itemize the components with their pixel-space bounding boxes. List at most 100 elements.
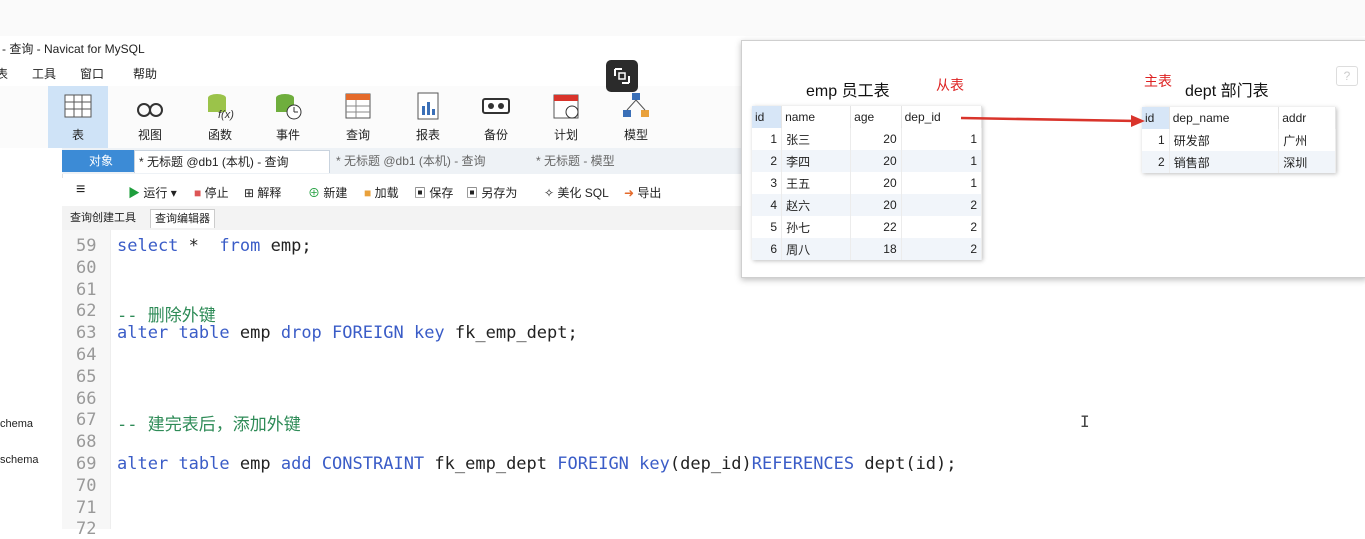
view-icon (137, 103, 163, 117)
beautify-label: 美化 SQL (557, 186, 609, 200)
tab-query-1[interactable]: * 无标题 @db1 (本机) - 查询 (134, 150, 330, 173)
toolbar-backup-button[interactable]: 备份 (466, 86, 526, 148)
line-number: 63 (76, 323, 97, 344)
menu-tools[interactable]: 工具 (32, 65, 56, 82)
svg-text:f(x): f(x) (218, 109, 234, 121)
line-number: 68 (76, 432, 97, 453)
line-number: 69 (76, 454, 97, 474)
tab-bar: 对象 * 无标题 @db1 (本机) - 查询 * 无标题 @db1 (本机) … (62, 148, 745, 174)
stop-icon: ■ (194, 186, 202, 200)
line-number: 62 (76, 301, 97, 322)
menu-help[interactable]: 帮助 (133, 65, 157, 82)
toolbar-query-label: 查询 (345, 128, 370, 142)
menu-table[interactable]: 表 (0, 65, 8, 82)
tab-model[interactable]: * 无标题 - 模型 (532, 150, 736, 172)
toolbar-model-button[interactable]: 模型 (606, 86, 666, 148)
run-button[interactable]: ▶ 运行 ▾ (128, 184, 177, 201)
save-icon: ▣ (414, 186, 427, 200)
line-number: 67 (76, 410, 97, 431)
menu-window[interactable]: 窗口 (80, 65, 104, 82)
line-number: 61 (76, 279, 97, 300)
line-number-gutter: 59 60 61 62 63 64 65 66 67 68 69 70 71 72 (62, 230, 111, 539)
save-as-label: 另存为 (481, 186, 518, 200)
sql-keyword: alter (117, 454, 169, 474)
save-as-button[interactable]: ▣ 另存为 (466, 184, 517, 201)
line-number: 60 (76, 257, 97, 278)
folder-icon: ■ (364, 186, 372, 200)
line-number: 72 (76, 519, 97, 539)
magic-wand-icon: ✧ (544, 186, 555, 200)
backup-icon (482, 98, 510, 114)
sql-comment: -- 建完表后，添加外键 (117, 415, 301, 436)
play-icon: ▶ (128, 186, 141, 200)
sql-keyword: FOREIGN (557, 454, 629, 474)
toolbar-event-label: 事件 (275, 128, 300, 142)
toolbar-function-button[interactable]: f(x) 函数 (190, 86, 250, 148)
new-button[interactable]: ⊕ 新建 (308, 184, 347, 201)
toolbar-function-label: 函数 (207, 128, 232, 142)
stop-button[interactable]: ■ 停止 (194, 184, 229, 201)
load-label: 加载 (374, 186, 399, 200)
export-button[interactable]: ➜ 导出 (624, 184, 661, 201)
text-cursor-icon: I (1080, 412, 1090, 431)
export-icon: ➜ (624, 186, 635, 200)
load-button[interactable]: ■ 加载 (364, 184, 399, 201)
toolbar-table-label: 表 (71, 128, 84, 142)
new-icon: ⊕ (308, 186, 321, 200)
tab-query-2-label: * 无标题 @db1 (本机) - 查询 (336, 154, 486, 168)
sql-token: emp; (270, 236, 312, 256)
schema-item[interactable]: schema (0, 454, 39, 466)
table-icon (64, 94, 92, 118)
line-number: 71 (76, 497, 97, 518)
model-icon (623, 93, 649, 117)
sql-token: fk_emp_dept (434, 454, 548, 474)
sql-keyword: key (639, 454, 670, 474)
title-bar: - 查询 - Navicat for MySQL (0, 38, 745, 60)
toolbar-event-button[interactable]: 事件 (258, 86, 318, 148)
toolbar-model-label: 模型 (623, 128, 648, 142)
sql-keyword: drop (280, 323, 322, 344)
code-line[interactable]: alter table emp drop FOREIGN key fk_emp_… (117, 323, 578, 343)
foreign-key-diagram: emp 员工表 从表 主表 dept 部门表 id name age dep_id 1… (741, 40, 1365, 278)
line-number: 65 (76, 366, 97, 387)
tab-objects[interactable]: 对象 (62, 150, 136, 172)
query-action-bar: ≡ ▶ 运行 ▾ ■ 停止 ⊞ 解释 ⊕ 新建 ■ 加载 ▣ 保存 ▣ 另存为 … (62, 178, 745, 207)
tab-query-2[interactable]: * 无标题 @db1 (本机) - 查询 (332, 150, 526, 172)
tab-query-editor[interactable]: 查询编辑器 (150, 209, 215, 228)
tab-model-label: * 无标题 - 模型 (536, 154, 615, 168)
new-label: 新建 (323, 186, 348, 200)
sql-keyword: alter (117, 323, 169, 344)
editor-mode-tabs: 查询创建工具 查询编辑器 (62, 206, 745, 230)
save-as-icon: ▣ (466, 186, 479, 200)
save-button[interactable]: ▣ 保存 (414, 184, 453, 201)
expand-icon[interactable] (606, 60, 638, 92)
code-line[interactable]: select * from emp; (117, 236, 312, 256)
code-line[interactable]: alter table emp add CONSTRAINT fk_emp_de… (117, 454, 957, 474)
code-line[interactable]: -- 建完表后，添加外键 (117, 410, 301, 435)
line-number: 66 (76, 388, 97, 409)
explain-button[interactable]: ⊞ 解释 (244, 184, 281, 201)
toolbar-report-button[interactable]: 报表 (398, 86, 458, 148)
tab-query-builder[interactable]: 查询创建工具 (66, 209, 140, 227)
main-toolbar: 表 视图 f(x) 函数 事件 查询 报表 备份 计划 模型 (0, 86, 745, 148)
sql-keyword: CONSTRAINT (321, 454, 425, 474)
foreign-key-arrow (960, 115, 1145, 127)
sql-keyword: FOREIGN (332, 323, 404, 344)
toolbar-table-button[interactable]: 表 (48, 86, 108, 148)
hamburger-menu-icon[interactable]: ≡ (76, 181, 85, 199)
toolbar-query-button[interactable]: 查询 (328, 86, 388, 148)
sql-token: (dep_id) (669, 454, 752, 474)
sql-token: dept(id); (864, 454, 957, 474)
event-icon (276, 94, 302, 120)
sql-keyword: from (219, 236, 261, 256)
sql-token: emp (239, 454, 271, 474)
schema-item[interactable]: chema (0, 418, 33, 430)
line-number: 70 (76, 475, 97, 496)
sql-keyword: table (178, 454, 230, 474)
toolbar-schedule-button[interactable]: 计划 (536, 86, 596, 148)
beautify-sql-button[interactable]: ✧ 美化 SQL (544, 184, 609, 201)
toolbar-report-label: 报表 (415, 128, 440, 142)
function-icon: f(x) (208, 94, 234, 121)
toolbar-view-button[interactable]: 视图 (120, 86, 180, 148)
help-icon[interactable]: ? (1336, 66, 1358, 86)
